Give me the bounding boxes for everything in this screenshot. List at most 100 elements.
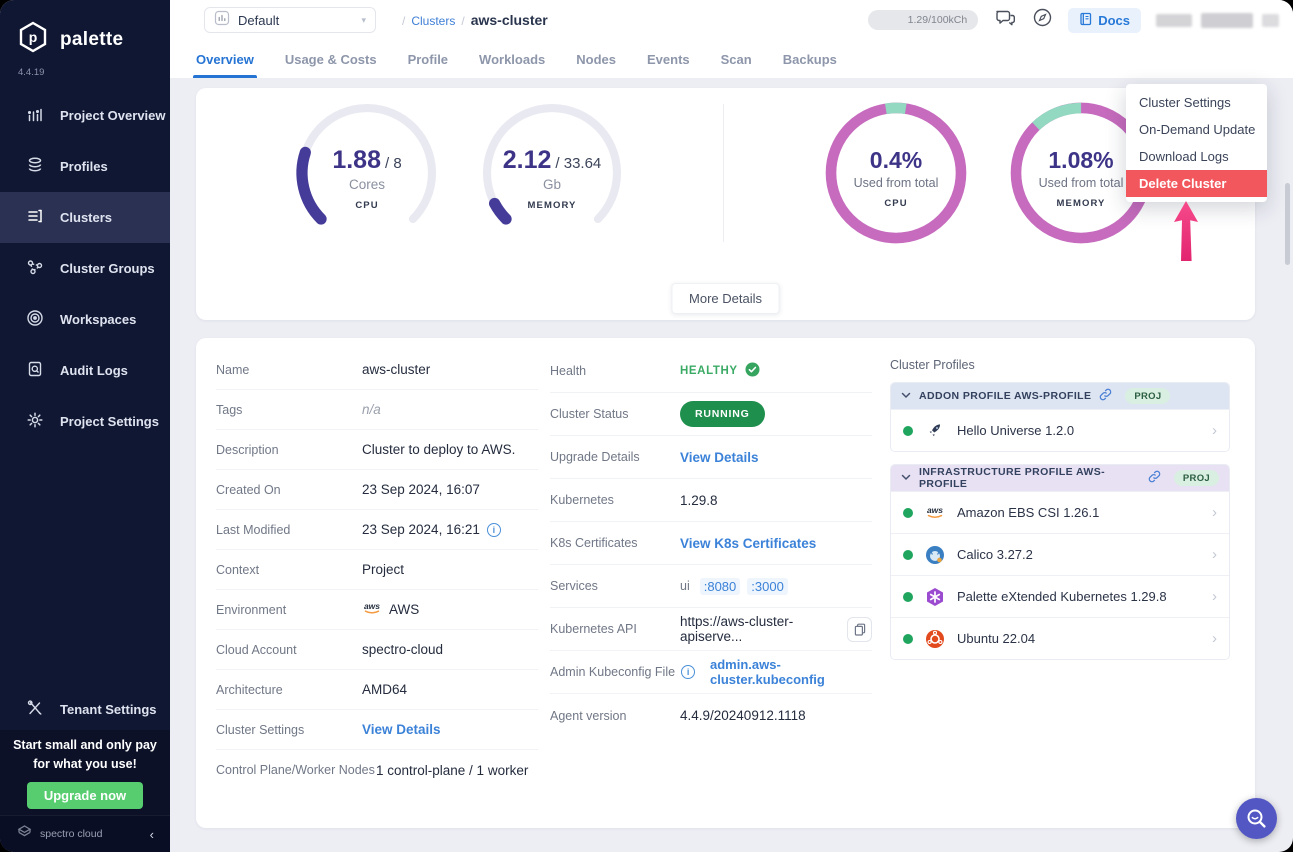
sidebar-item-project-settings[interactable]: Project Settings: [0, 396, 170, 447]
cpu-usage-sub: Used from total: [854, 176, 939, 190]
kubeconfig-download-link[interactable]: admin.aws-cluster.kubeconfig: [710, 657, 872, 687]
link-icon: [1099, 388, 1112, 404]
tab-label: Events: [647, 52, 690, 67]
detail-label: Created On: [216, 483, 362, 497]
view-k8s-certificates-link[interactable]: View K8s Certificates: [680, 536, 816, 551]
svg-text:aws: aws: [364, 601, 380, 611]
gear-icon: [26, 411, 44, 432]
tab-overview[interactable]: Overview: [196, 40, 254, 78]
detail-label: Admin Kubeconfig File: [550, 665, 675, 679]
project-selector[interactable]: Default ▾: [204, 7, 376, 33]
scrollbar-thumb[interactable]: [1285, 183, 1290, 265]
profile-pack-name: Calico 3.27.2: [957, 547, 1033, 562]
brand-logo-row: p palette: [0, 0, 170, 59]
detail-value: 23 Sep 2024, 16:21: [362, 522, 480, 537]
detail-value: n/a: [362, 402, 381, 417]
profile-row-amazon-ebs-csi[interactable]: aws Amazon EBS CSI 1.26.1 ›: [891, 491, 1229, 533]
detail-label: K8s Certificates: [550, 536, 680, 550]
detail-row-environment: Environment aws AWS: [216, 590, 538, 630]
menu-item-download-logs[interactable]: Download Logs: [1126, 143, 1267, 170]
sidebar-item-clusters[interactable]: Clusters: [0, 192, 170, 243]
aws-logo-icon: aws: [362, 601, 382, 618]
copy-button[interactable]: [847, 617, 872, 642]
brand-name: palette: [60, 29, 123, 51]
redacted-block: [1262, 14, 1279, 27]
sidebar-item-tenant-settings[interactable]: Tenant Settings: [0, 688, 170, 730]
cluster-profiles-title: Cluster Profiles: [890, 358, 1230, 372]
menu-item-on-demand-update[interactable]: On-Demand Update: [1126, 116, 1267, 143]
detail-label: Architecture: [216, 683, 362, 697]
cpu-total-value: / 8: [385, 155, 402, 172]
detail-label: Cluster Settings: [216, 723, 362, 737]
chevron-right-icon: ›: [1212, 630, 1217, 647]
feedback-widget-button[interactable]: [1236, 798, 1277, 839]
status-dot: [903, 634, 913, 644]
sidebar-item-project-overview[interactable]: Project Overview: [0, 90, 170, 141]
chevron-right-icon: ›: [1212, 546, 1217, 563]
detail-label: Services: [550, 579, 680, 593]
breadcrumb-clusters-link[interactable]: Clusters: [411, 14, 455, 28]
svg-text:p: p: [29, 29, 38, 45]
tab-usage-costs[interactable]: Usage & Costs: [285, 40, 377, 78]
detail-label: Cloud Account: [216, 643, 362, 657]
upgrade-view-details-link[interactable]: View Details: [680, 450, 759, 465]
service-name: ui: [680, 579, 690, 593]
sidebar-item-profiles[interactable]: Profiles: [0, 141, 170, 192]
more-details-button[interactable]: More Details: [671, 283, 780, 314]
profile-row-pxk[interactable]: Palette eXtended Kubernetes 1.29.8 ›: [891, 575, 1229, 617]
upgrade-now-button[interactable]: Upgrade now: [27, 782, 143, 809]
docs-button[interactable]: Docs: [1068, 8, 1141, 33]
sidebar-item-label: Project Settings: [60, 414, 159, 429]
detail-row-cluster-status: Cluster Status RUNNING: [550, 393, 872, 436]
chevron-down-icon: [901, 390, 911, 402]
service-port-link[interactable]: :3000: [747, 578, 788, 595]
sidebar-item-workspaces[interactable]: Workspaces: [0, 294, 170, 345]
compass-icon[interactable]: [1032, 7, 1053, 33]
upgrade-promo: Start small and only pay for what you us…: [0, 730, 170, 815]
menu-item-delete-cluster[interactable]: Delete Cluster: [1126, 170, 1267, 197]
collapse-sidebar-chevron[interactable]: ‹: [150, 827, 154, 842]
app-window: p palette 4.4.19 Project Overview Profil…: [0, 0, 1293, 852]
detail-row-cluster-settings: Cluster Settings View Details: [216, 710, 538, 750]
tab-profile[interactable]: Profile: [408, 40, 448, 78]
profile-row-calico[interactable]: Calico 3.27.2 ›: [891, 533, 1229, 575]
detail-label: Name: [216, 363, 362, 377]
tenant-settings-label: Tenant Settings: [60, 702, 157, 717]
status-badge: RUNNING: [680, 401, 765, 427]
detail-label: Last Modified: [216, 523, 362, 537]
info-icon[interactable]: [487, 523, 501, 537]
tools-icon: [26, 699, 44, 720]
tab-workloads[interactable]: Workloads: [479, 40, 545, 78]
profile-row-hello-universe[interactable]: Hello Universe 1.2.0 ›: [891, 409, 1229, 451]
detail-label: Cluster Status: [550, 407, 680, 421]
cluster-settings-view-details-link[interactable]: View Details: [362, 722, 441, 737]
chevron-right-icon: ›: [1212, 588, 1217, 605]
profile-row-ubuntu[interactable]: Ubuntu 22.04 ›: [891, 617, 1229, 659]
usage-quota-pill: 1.29/100kCh: [868, 10, 978, 30]
detail-value: Project: [362, 562, 404, 577]
tab-events[interactable]: Events: [647, 40, 690, 78]
chevron-right-icon: ›: [1212, 504, 1217, 521]
sidebar-item-cluster-groups[interactable]: Cluster Groups: [0, 243, 170, 294]
detail-label: Agent version: [550, 709, 680, 723]
spectro-cloud-label: spectro cloud: [40, 828, 102, 840]
ubuntu-icon: [925, 629, 945, 649]
info-icon[interactable]: [681, 665, 695, 679]
tab-nodes[interactable]: Nodes: [576, 40, 616, 78]
menu-item-cluster-settings[interactable]: Cluster Settings: [1126, 89, 1267, 116]
cpu-gauge: 1.88/ 8 Cores CPU: [292, 98, 442, 248]
tab-backups[interactable]: Backups: [783, 40, 837, 78]
detail-label: Kubernetes: [550, 493, 680, 507]
tab-scan[interactable]: Scan: [721, 40, 752, 78]
app-version: 4.4.19: [0, 59, 170, 78]
chevron-down-icon: ▾: [361, 15, 366, 26]
detail-label: Upgrade Details: [550, 450, 680, 464]
chat-icon[interactable]: [993, 7, 1017, 34]
infrastructure-profile-header[interactable]: INFRASTRUCTURE PROFILE AWS-PROFILE PROJ: [891, 465, 1229, 491]
breadcrumb-separator: /: [402, 14, 405, 28]
detail-value: AMD64: [362, 682, 407, 697]
sidebar-item-audit-logs[interactable]: Audit Logs: [0, 345, 170, 396]
redacted-block: [1201, 13, 1253, 28]
addon-profile-header[interactable]: ADDON PROFILE AWS-PROFILE PROJ: [891, 383, 1229, 409]
service-port-link[interactable]: :8080: [700, 578, 741, 595]
